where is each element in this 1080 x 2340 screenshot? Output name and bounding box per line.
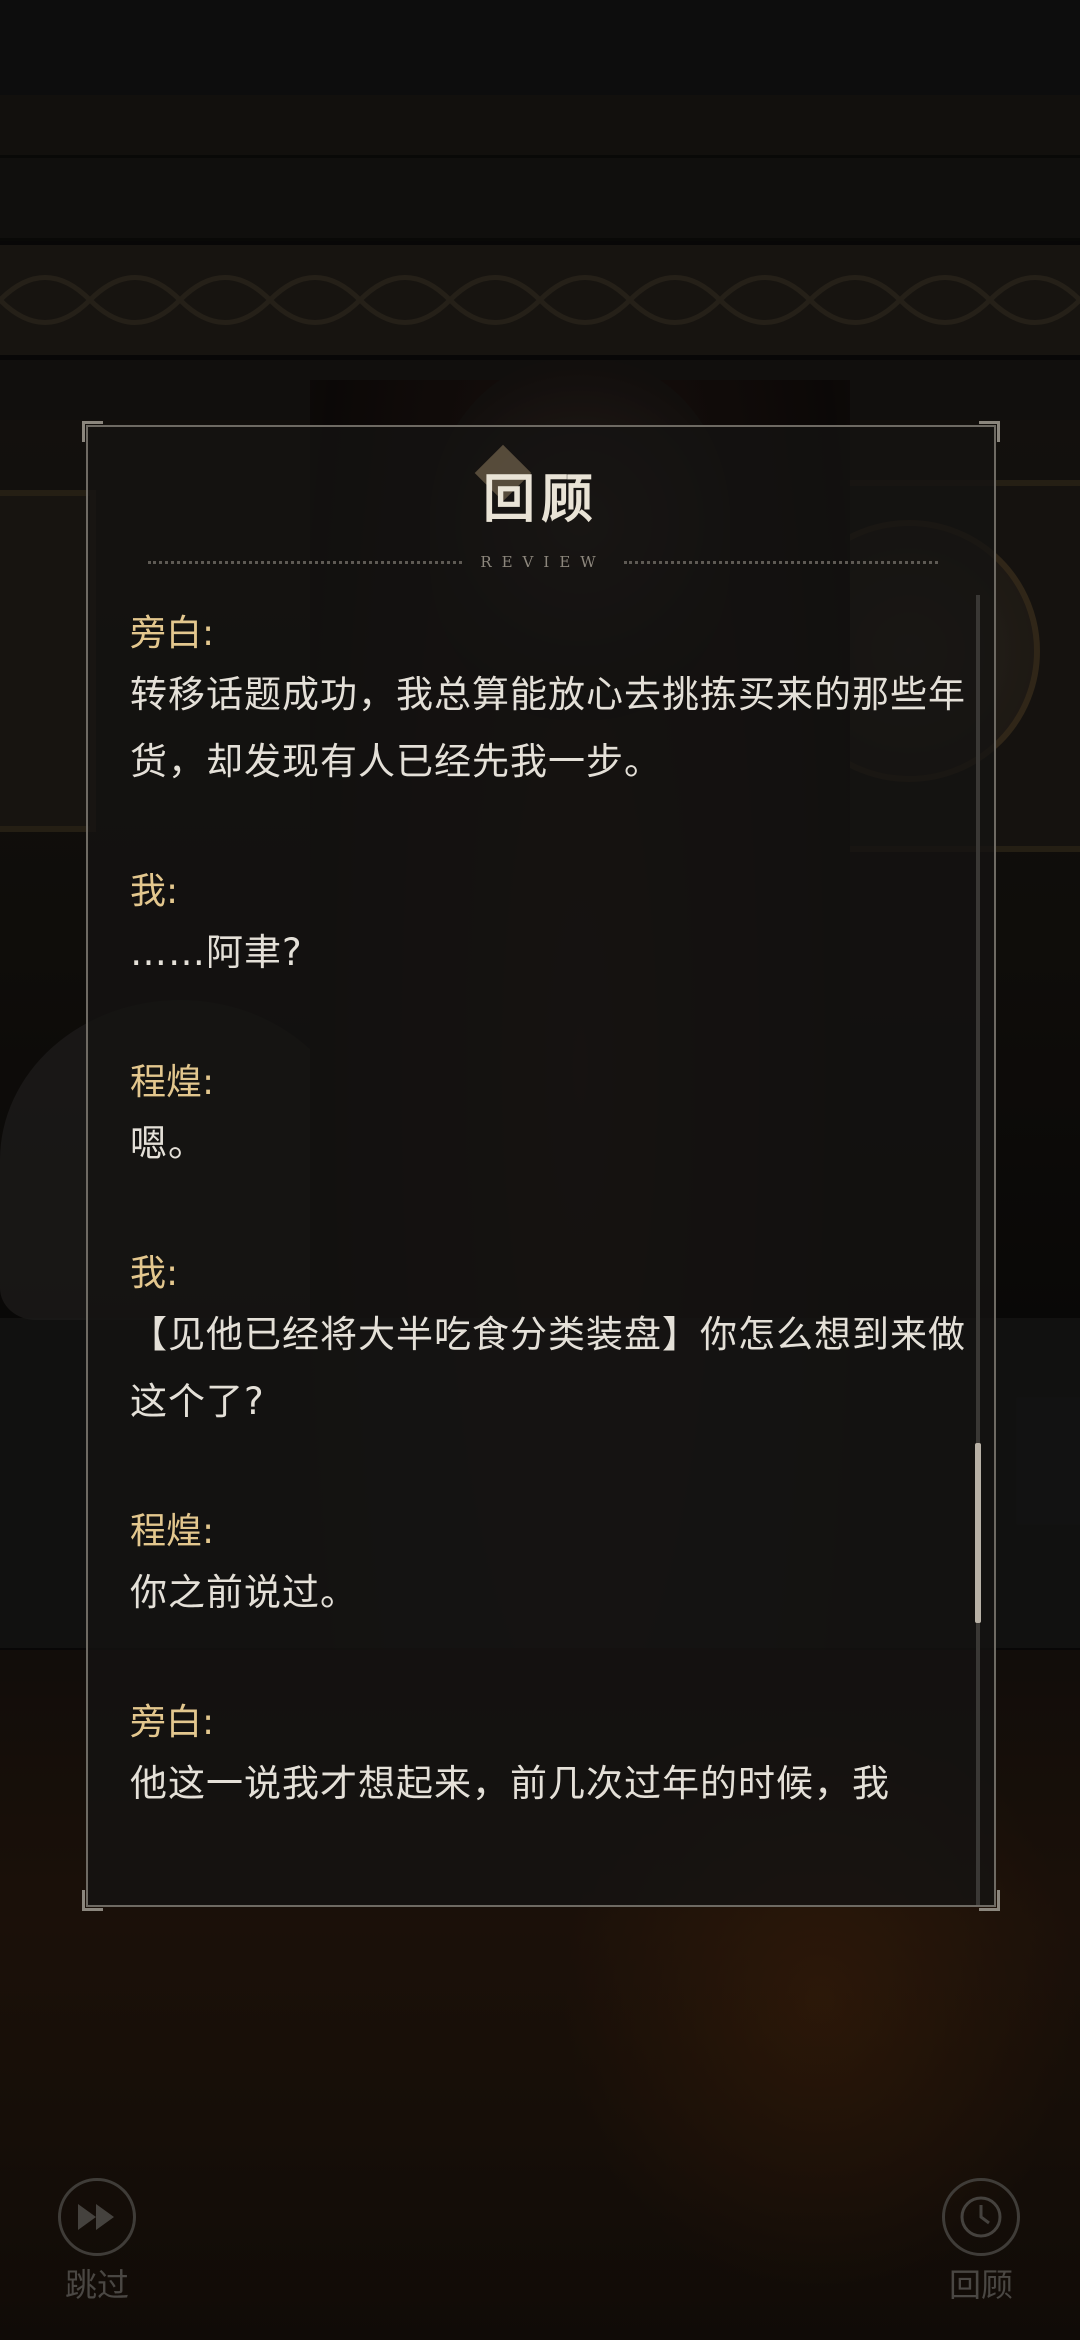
panel-corner (979, 421, 1000, 442)
divider (623, 560, 938, 564)
skip-button[interactable]: 跳过 (42, 2178, 152, 2306)
divider (148, 560, 463, 564)
panel-title: 回顾 (482, 469, 599, 530)
scrollbar[interactable] (975, 595, 981, 1905)
log-entry: 我: ……阿聿? (130, 865, 974, 986)
review-panel: 回顾 REVIEW 旁白: 转移话题成功，我总算能放心去挑拣买来的那些年货，却发… (82, 421, 1000, 1911)
scrollbar-thumb[interactable] (975, 1443, 981, 1623)
log-entry: 程煌: 嗯。 (130, 1056, 974, 1177)
panel-header: 回顾 (88, 457, 994, 532)
panel-subtitle: REVIEW (480, 553, 606, 571)
speaker-name: 我: (130, 1253, 179, 1294)
clock-icon (942, 2178, 1020, 2256)
dialog-text: 转移话题成功，我总算能放心去挑拣买来的那些年货，却发现有人已经先我一步。 (130, 673, 966, 783)
log-entry: 旁白: 转移话题成功，我总算能放心去挑拣买来的那些年货，却发现有人已经先我一步。 (130, 607, 974, 795)
skip-label: 跳过 (64, 2266, 129, 2304)
panel-corner (979, 1890, 1000, 1911)
dialog-text: ……阿聿? (130, 931, 303, 974)
log-entry: 程煌: 你之前说过。 (130, 1505, 974, 1626)
speaker-name: 程煌: (130, 1062, 215, 1103)
dialog-text: 他这一说我才想起来，前几次过年的时候，我 (130, 1762, 890, 1805)
speaker-name: 旁白: (130, 1702, 215, 1743)
log-entry: 我: 【见他已经将大半吃食分类装盘】你怎么想到来做这个了? (130, 1247, 974, 1435)
review-log[interactable]: 旁白: 转移话题成功，我总算能放心去挑拣买来的那些年货，却发现有人已经先我一步。… (130, 607, 974, 1882)
speaker-name: 程煌: (130, 1511, 215, 1552)
log-entry: 旁白: 他这一说我才想起来，前几次过年的时候，我 (130, 1696, 974, 1817)
subtitle-row: REVIEW (148, 547, 938, 577)
review-button[interactable]: 回顾 (926, 2178, 1036, 2306)
review-label: 回顾 (948, 2266, 1013, 2304)
dialog-text: 你之前说过。 (130, 1571, 358, 1614)
dialog-text: 嗯。 (130, 1122, 206, 1165)
speaker-name: 旁白: (130, 613, 215, 654)
dialog-text: 【见他已经将大半吃食分类装盘】你怎么想到来做这个了? (130, 1313, 966, 1423)
speaker-name: 我: (130, 871, 179, 912)
fast-forward-icon (58, 2178, 136, 2256)
panel-corner (82, 421, 103, 442)
panel-corner (82, 1890, 103, 1911)
